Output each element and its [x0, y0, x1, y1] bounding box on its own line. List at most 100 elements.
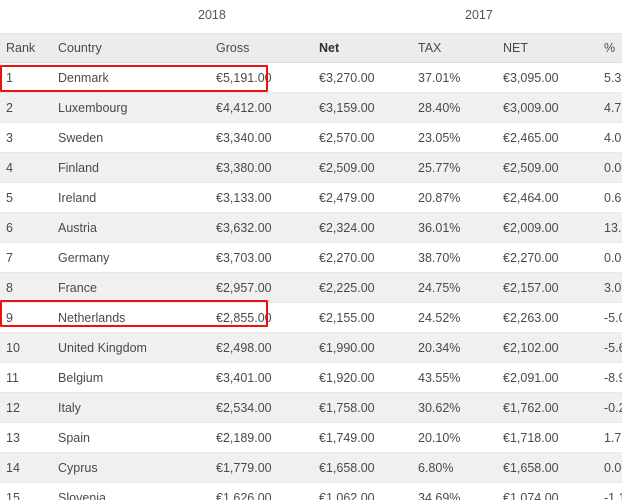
cell-country: Netherlands — [52, 303, 204, 333]
cell-gross: €3,703.00 — [204, 243, 311, 273]
table-row[interactable]: 1Denmark€5,191.00€3,270.0037.01%€3,095.0… — [0, 63, 622, 93]
table-row[interactable]: 6Austria€3,632.00€2,324.0036.01%€2,009.0… — [0, 213, 622, 243]
cell-net: €3,270.00 — [311, 63, 412, 93]
cell-rank: 8 — [0, 273, 52, 303]
column-header-rank[interactable]: Rank — [0, 34, 52, 63]
cell-gross: €2,189.00 — [204, 423, 311, 453]
cell-gross: €2,498.00 — [204, 333, 311, 363]
cell-tax: 36.01% — [412, 213, 497, 243]
cell-rank: 6 — [0, 213, 52, 243]
cell-gross: €3,340.00 — [204, 123, 311, 153]
cell-net-prior: €2,157.00 — [497, 273, 598, 303]
cell-gross: €2,534.00 — [204, 393, 311, 423]
table-screenshot: 20182017 Rank Country Gross Net TAX NET … — [0, 0, 622, 500]
cell-percent: -5.01% — [598, 303, 622, 333]
cell-net: €2,509.00 — [311, 153, 412, 183]
cell-tax: 23.05% — [412, 123, 497, 153]
cell-net-prior: €2,263.00 — [497, 303, 598, 333]
cell-net: €1,749.00 — [311, 423, 412, 453]
cell-net-prior: €2,091.00 — [497, 363, 598, 393]
cell-gross: €1,626.00 — [204, 483, 311, 500]
cell-country: Belgium — [52, 363, 204, 393]
cell-gross: €3,380.00 — [204, 153, 311, 183]
cell-country: France — [52, 273, 204, 303]
salary-comparison-table: Rank Country Gross Net TAX NET % 1Denmar… — [0, 34, 622, 500]
cell-tax: 24.52% — [412, 303, 497, 333]
cell-country: Germany — [52, 243, 204, 273]
cell-net: €1,920.00 — [311, 363, 412, 393]
cell-country: Finland — [52, 153, 204, 183]
cell-rank: 1 — [0, 63, 52, 93]
cell-tax: 25.77% — [412, 153, 497, 183]
cell-country: Denmark — [52, 63, 204, 93]
cell-net-prior: €1,762.00 — [497, 393, 598, 423]
cell-net: €2,270.00 — [311, 243, 412, 273]
cell-percent: 13.55% — [598, 213, 622, 243]
cell-country: Cyprus — [52, 453, 204, 483]
table-row[interactable]: 10United Kingdom€2,498.00€1,990.0020.34%… — [0, 333, 622, 363]
cell-tax: 34.69% — [412, 483, 497, 500]
cell-gross: €3,133.00 — [204, 183, 311, 213]
cell-rank: 13 — [0, 423, 52, 453]
cell-percent: 4.09% — [598, 123, 622, 153]
table-row[interactable]: 11Belgium€3,401.00€1,920.0043.55%€2,091.… — [0, 363, 622, 393]
cell-percent: -1.13% — [598, 483, 622, 500]
cell-percent: 0.00% — [598, 153, 622, 183]
cell-net: €2,324.00 — [311, 213, 412, 243]
table-row[interactable]: 15Slovenia€1,626.00€1,062.0034.69%€1,074… — [0, 483, 622, 500]
table-row[interactable]: 2Luxembourg€4,412.00€3,159.0028.40%€3,00… — [0, 93, 622, 123]
table-header: Rank Country Gross Net TAX NET % — [0, 34, 622, 63]
cell-net-prior: €2,465.00 — [497, 123, 598, 153]
column-header-percent[interactable]: % — [598, 34, 622, 63]
cell-rank: 9 — [0, 303, 52, 333]
column-header-country[interactable]: Country — [52, 34, 204, 63]
cell-tax: 28.40% — [412, 93, 497, 123]
cell-country: Ireland — [52, 183, 204, 213]
cell-net-prior: €2,464.00 — [497, 183, 598, 213]
cell-rank: 3 — [0, 123, 52, 153]
table-row[interactable]: 4Finland€3,380.00€2,509.0025.77%€2,509.0… — [0, 153, 622, 183]
cell-net: €2,570.00 — [311, 123, 412, 153]
cell-tax: 37.01% — [412, 63, 497, 93]
cell-country: Slovenia — [52, 483, 204, 500]
table-row[interactable]: 13Spain€2,189.00€1,749.0020.10%€1,718.00… — [0, 423, 622, 453]
cell-tax: 20.34% — [412, 333, 497, 363]
cell-net: €2,225.00 — [311, 273, 412, 303]
cell-percent: 1.77% — [598, 423, 622, 453]
table-body: 1Denmark€5,191.00€3,270.0037.01%€3,095.0… — [0, 63, 622, 500]
cell-net: €1,062.00 — [311, 483, 412, 500]
cell-tax: 6.80% — [412, 453, 497, 483]
cell-net-prior: €1,658.00 — [497, 453, 598, 483]
column-header-tax[interactable]: TAX — [412, 34, 497, 63]
cell-tax: 30.62% — [412, 393, 497, 423]
cell-net-prior: €1,718.00 — [497, 423, 598, 453]
cell-country: Sweden — [52, 123, 204, 153]
cell-gross: €3,632.00 — [204, 213, 311, 243]
cell-rank: 7 — [0, 243, 52, 273]
cell-country: Italy — [52, 393, 204, 423]
column-header-net[interactable]: Net — [311, 34, 412, 63]
cell-percent: 0.61% — [598, 183, 622, 213]
table-row[interactable]: 5Ireland€3,133.00€2,479.0020.87%€2,464.0… — [0, 183, 622, 213]
table-row[interactable]: 7Germany€3,703.00€2,270.0038.70%€2,270.0… — [0, 243, 622, 273]
table-row[interactable]: 9Netherlands€2,855.00€2,155.0024.52%€2,2… — [0, 303, 622, 333]
table-row[interactable]: 14Cyprus€1,779.00€1,658.006.80%€1,658.00… — [0, 453, 622, 483]
table-header-row: Rank Country Gross Net TAX NET % — [0, 34, 622, 63]
cell-country: United Kingdom — [52, 333, 204, 363]
cell-net: €2,155.00 — [311, 303, 412, 333]
cell-tax: 20.87% — [412, 183, 497, 213]
cell-gross: €3,401.00 — [204, 363, 311, 393]
cell-percent: 4.75% — [598, 93, 622, 123]
column-header-gross[interactable]: Gross — [204, 34, 311, 63]
table-row[interactable]: 12Italy€2,534.00€1,758.0030.62%€1,762.00… — [0, 393, 622, 423]
cell-country: Luxembourg — [52, 93, 204, 123]
table-row[interactable]: 8France€2,957.00€2,225.0024.75%€2,157.00… — [0, 273, 622, 303]
column-header-net-prior[interactable]: NET — [497, 34, 598, 63]
cell-percent: 5.35% — [598, 63, 622, 93]
cell-gross: €2,855.00 — [204, 303, 311, 333]
cell-rank: 4 — [0, 153, 52, 183]
cell-rank: 11 — [0, 363, 52, 393]
cell-country: Spain — [52, 423, 204, 453]
cell-gross: €2,957.00 — [204, 273, 311, 303]
table-row[interactable]: 3Sweden€3,340.00€2,570.0023.05%€2,465.00… — [0, 123, 622, 153]
